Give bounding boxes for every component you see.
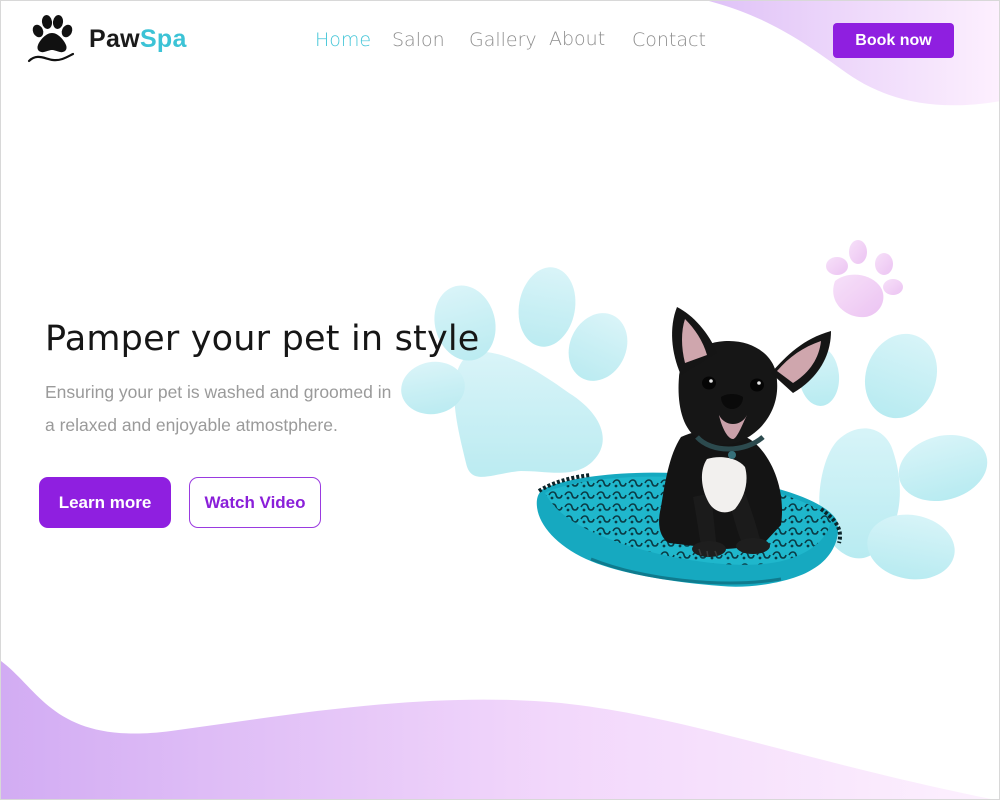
brand-name: PawSpa <box>89 25 187 54</box>
brand-name-part2: Spa <box>139 24 187 53</box>
learn-more-button[interactable]: Learn more <box>39 477 171 528</box>
nav-about[interactable]: About <box>549 28 605 50</box>
dog-on-cushion-image <box>536 307 842 587</box>
nav-home[interactable]: Home <box>315 29 371 51</box>
nav-contact[interactable]: Contact <box>632 29 706 51</box>
paw-print-icon <box>27 15 75 63</box>
brand-logo[interactable]: PawSpa <box>27 13 187 65</box>
page-frame: PawSpa Home Salon Gallery About Contact … <box>0 0 1000 800</box>
brand-name-part1: Paw <box>89 24 140 53</box>
nav-salon[interactable]: Salon <box>392 29 445 51</box>
nav-gallery[interactable]: Gallery <box>469 29 537 51</box>
hero-subtitle-line1: Ensuring your pet is washed and groomed … <box>45 382 392 402</box>
bottom-wave-shape <box>1 661 992 799</box>
hero-subtitle-line2: a relaxed and enjoyable atmostphere. <box>45 415 338 435</box>
hero-subtitle: Ensuring your pet is washed and groomed … <box>45 376 425 442</box>
watch-video-button[interactable]: Watch Video <box>189 477 321 528</box>
book-now-button[interactable]: Book now <box>833 23 954 58</box>
hero-title: Pamper your pet in style <box>45 319 480 359</box>
